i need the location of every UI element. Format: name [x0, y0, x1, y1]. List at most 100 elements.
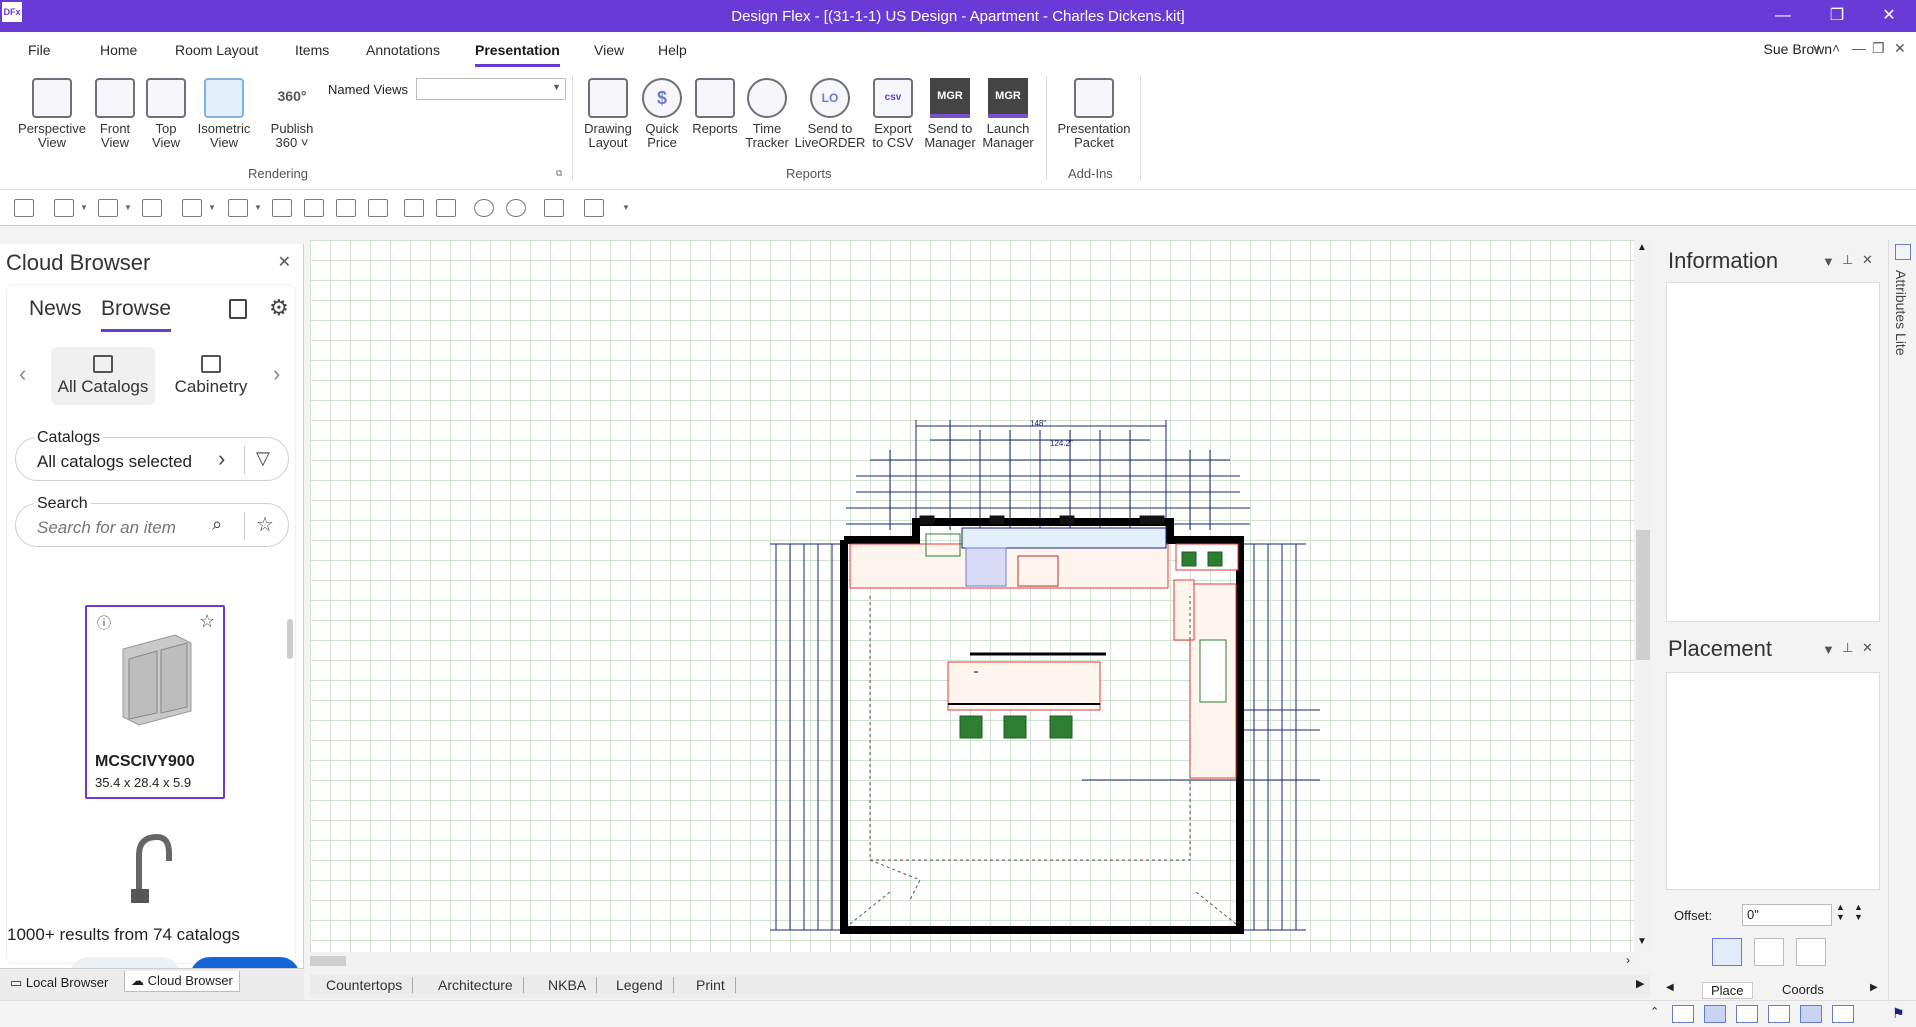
tab-coords[interactable]: Coords	[1774, 982, 1832, 997]
catalog-item-card[interactable]: ⓘ ☆ MCSCIVY900 35.4 x 28.4 x 5.9	[85, 605, 225, 799]
dialog-launcher-icon[interactable]: ⧉	[556, 168, 562, 179]
presentation-packet-button[interactable]: Presentation Packet	[1054, 78, 1134, 150]
category-cabinetry[interactable]: Cabinetry	[159, 347, 263, 405]
tab-print[interactable]: Print	[686, 977, 736, 993]
screen-icon[interactable]	[14, 199, 34, 217]
quick-price-button[interactable]: $ Quick Price	[642, 78, 682, 150]
cut-icon[interactable]	[272, 199, 292, 217]
tab-architecture[interactable]: Architecture	[428, 977, 524, 993]
search-input[interactable]	[37, 518, 197, 538]
align-icon[interactable]	[584, 199, 604, 217]
export-to-csv-button[interactable]: csv Export to CSV	[870, 78, 916, 150]
save-icon[interactable]	[142, 199, 162, 217]
scroll-up-icon[interactable]: ▲	[1637, 242, 1647, 253]
tab-legend[interactable]: Legend	[606, 977, 674, 993]
place-left-button[interactable]	[1712, 938, 1742, 966]
pin-icon[interactable]: ⊥	[1842, 252, 1853, 268]
search-icon[interactable]: ⌕	[212, 514, 222, 535]
zoom-in-icon[interactable]	[474, 199, 494, 217]
paste-icon[interactable]	[336, 199, 356, 217]
restore-button[interactable]: ❐	[1814, 4, 1860, 28]
menu-home[interactable]: Home	[100, 42, 137, 58]
zoom-out-icon[interactable]	[506, 199, 526, 217]
time-tracker-button[interactable]: Time Tracker	[744, 78, 790, 150]
chevron-left-icon[interactable]: ‹	[19, 361, 26, 387]
star-icon[interactable]: ☆	[199, 611, 215, 632]
place-right-button[interactable]	[1754, 938, 1784, 966]
close-icon[interactable]: ✕	[1862, 252, 1873, 268]
chevron-down-icon[interactable]: ▼	[124, 203, 132, 212]
send-to-liveorder-button[interactable]: LO Send to LiveORDER	[794, 78, 866, 150]
offset-stepper[interactable]: ▲ ▼	[1854, 902, 1863, 922]
minimize-button[interactable]: —	[1760, 4, 1806, 28]
close-button[interactable]: ✕	[1866, 4, 1912, 28]
page-icon[interactable]	[404, 199, 424, 217]
catalogs-selector[interactable]: Catalogs All catalogs selected › ▽	[15, 429, 289, 481]
chevron-right-icon[interactable]: ›	[273, 361, 280, 387]
named-views-select[interactable]: ▼	[416, 78, 566, 100]
tab-cloud-browser[interactable]: ☁ Cloud Browser	[124, 971, 240, 992]
chevron-down-icon[interactable]: ▼	[254, 203, 262, 212]
customize-toolbar-icon[interactable]: ▼	[622, 203, 630, 212]
tab-news[interactable]: News	[29, 297, 82, 321]
chevron-down-icon[interactable]: ▼	[208, 203, 216, 212]
drawing-canvas[interactable]: 148" 124.2"	[310, 240, 1634, 952]
isometric-view-button[interactable]: Isometric View	[194, 78, 254, 150]
chevron-down-icon[interactable]: ˅	[1812, 40, 1820, 56]
open-folder-icon[interactable]	[98, 199, 118, 217]
chevron-down-icon[interactable]: ▼	[1822, 254, 1835, 269]
menu-annotations[interactable]: Annotations	[366, 42, 440, 58]
snap-icon[interactable]	[1704, 1005, 1726, 1023]
info-icon[interactable]: ⓘ	[97, 613, 111, 633]
gear-icon[interactable]: ⚙	[269, 295, 289, 321]
copy-icon[interactable]	[304, 199, 324, 217]
top-view-button[interactable]: Top View	[144, 78, 188, 150]
flag-icon[interactable]: ⚑	[1892, 1005, 1905, 1022]
reports-button[interactable]: Reports	[690, 78, 740, 136]
send-to-manager-button[interactable]: MGR Send to Manager	[922, 78, 978, 150]
grid-icon[interactable]	[1672, 1005, 1694, 1023]
menu-view[interactable]: View	[594, 42, 624, 58]
chevron-down-icon[interactable]: ▼	[80, 203, 88, 212]
table-icon[interactable]	[1768, 1005, 1790, 1023]
close-icon[interactable]: ✕	[278, 252, 291, 272]
tab-local-browser[interactable]: ▭ Local Browser	[10, 975, 108, 991]
camera-icon[interactable]	[1832, 1005, 1854, 1023]
offset-stepper[interactable]: ▲ ▼	[1836, 902, 1845, 922]
tab-place[interactable]: Place	[1702, 982, 1753, 999]
attributes-lite-strip[interactable]: Attributes Lite	[1888, 240, 1916, 1000]
doc-restore-button[interactable]: ❐	[1872, 40, 1885, 57]
undo-icon[interactable]	[182, 199, 202, 217]
scroll-thumb[interactable]	[310, 956, 346, 966]
category-all-catalogs[interactable]: All Catalogs	[51, 347, 155, 405]
perspective-view-button[interactable]: Perspective View	[16, 78, 88, 150]
scroll-thumb[interactable]	[1636, 530, 1650, 660]
layers-icon[interactable]	[1736, 1005, 1758, 1023]
tabs-scroll-right-icon[interactable]: ▶	[1870, 982, 1878, 993]
new-file-icon[interactable]	[54, 199, 74, 217]
tabs-scroll-right-icon[interactable]: ▶	[1636, 977, 1644, 990]
launch-manager-button[interactable]: MGR Launch Manager	[980, 78, 1036, 150]
chevron-right-icon[interactable]: ›	[218, 446, 225, 472]
chevron-up-icon[interactable]: ˄	[1832, 40, 1840, 56]
drawing-layout-button[interactable]: Drawing Layout	[580, 78, 636, 150]
doc-minimize-button[interactable]: —	[1852, 40, 1866, 56]
chevron-down-icon[interactable]: ▼	[1822, 642, 1835, 657]
menu-help[interactable]: Help	[658, 42, 687, 58]
tab-nkba[interactable]: NKBA	[538, 977, 598, 993]
place-copy-button[interactable]	[1796, 938, 1826, 966]
link-icon[interactable]	[1800, 1005, 1822, 1023]
tab-countertops[interactable]: Countertops	[316, 977, 414, 993]
doc-close-button[interactable]: ✕	[1894, 40, 1906, 57]
list-icon[interactable]	[229, 299, 247, 319]
menu-items[interactable]: Items	[295, 42, 329, 58]
results-scrollbar[interactable]	[287, 619, 293, 659]
user-menu[interactable]: Sue Brown	[1764, 41, 1832, 57]
horizontal-scrollbar[interactable]: ›	[310, 952, 1634, 970]
format-painter-icon[interactable]	[368, 199, 388, 217]
tabs-scroll-left-icon[interactable]: ◀	[1666, 982, 1674, 993]
fit-icon[interactable]	[436, 199, 456, 217]
pin-icon[interactable]: ⊥	[1842, 640, 1853, 656]
3d-box-icon[interactable]	[544, 199, 564, 217]
chevron-up-down-icon[interactable]: ⌃	[1650, 1005, 1659, 1018]
